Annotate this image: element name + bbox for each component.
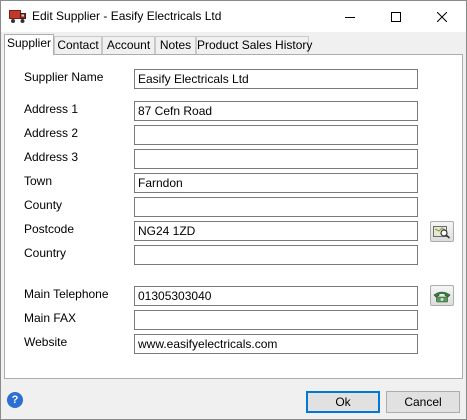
country-input[interactable]	[134, 245, 418, 265]
address2-label: Address 2	[24, 126, 79, 140]
address2-input[interactable]	[134, 125, 418, 145]
maximize-button[interactable]	[373, 1, 419, 32]
edit-supplier-window: Edit Supplier - Easify Electricals Ltd S…	[0, 0, 467, 420]
dial-button[interactable]	[430, 285, 454, 306]
address3-label: Address 3	[24, 150, 79, 164]
main-telephone-label: Main Telephone	[24, 287, 109, 301]
main-fax-label: Main FAX	[24, 311, 77, 325]
website-input[interactable]	[134, 334, 418, 354]
minimize-button[interactable]	[327, 1, 373, 32]
close-button[interactable]	[419, 1, 465, 32]
country-label: Country	[24, 246, 67, 260]
close-icon	[437, 11, 447, 22]
postcode-label: Postcode	[24, 222, 75, 236]
tab-supplier[interactable]: Supplier	[4, 34, 54, 55]
town-label: Town	[24, 174, 53, 188]
website-label: Website	[24, 335, 68, 349]
dialog-footer: ? Ok Cancel	[1, 381, 466, 419]
tab-account[interactable]: Account	[102, 36, 155, 54]
telephone-icon	[433, 291, 451, 302]
supplier-name-label: Supplier Name	[24, 70, 104, 84]
ok-button[interactable]: Ok	[306, 391, 380, 413]
cancel-button[interactable]: Cancel	[386, 391, 460, 413]
address1-label: Address 1	[24, 102, 79, 116]
county-input[interactable]	[134, 197, 418, 217]
supplier-name-input[interactable]	[134, 69, 418, 89]
window-title: Edit Supplier - Easify Electricals Ltd	[32, 9, 222, 23]
help-icon[interactable]: ?	[7, 392, 23, 408]
tab-notes[interactable]: Notes	[155, 36, 196, 54]
town-input[interactable]	[134, 173, 418, 193]
main-fax-input[interactable]	[134, 310, 418, 330]
postcode-input[interactable]	[134, 221, 418, 241]
county-label: County	[24, 198, 63, 212]
main-telephone-input[interactable]	[134, 286, 418, 306]
postcode-lookup-button[interactable]	[430, 221, 454, 242]
tab-strip: Supplier Contact Account Notes Product S…	[1, 34, 466, 55]
tab-contact[interactable]: Contact	[54, 36, 102, 54]
tab-product-sales-history[interactable]: Product Sales History	[196, 36, 312, 54]
truck-icon	[9, 9, 27, 24]
address1-input[interactable]	[134, 101, 418, 121]
title-bar: Edit Supplier - Easify Electricals Ltd	[1, 1, 466, 32]
map-search-icon	[433, 225, 451, 239]
minimize-icon	[345, 16, 355, 18]
maximize-icon	[391, 11, 401, 22]
address3-input[interactable]	[134, 149, 418, 169]
